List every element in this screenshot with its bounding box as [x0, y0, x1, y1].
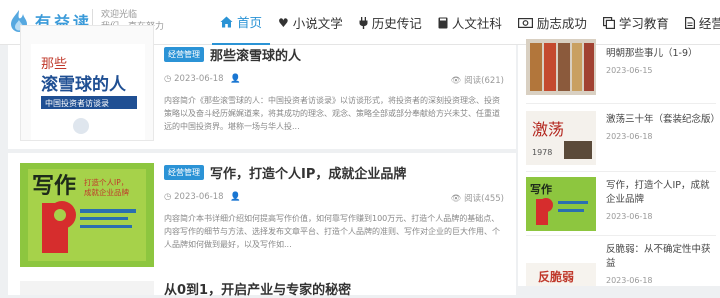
- book-cover-snowball: 那些 滚雪球的人 中国投资者访谈录: [31, 44, 145, 140]
- nav-label: 历史传记: [371, 16, 422, 31]
- category-tag[interactable]: 经营管理: [164, 165, 204, 180]
- book-cover-jidang: 激荡 1978: [526, 111, 596, 165]
- sidebar-item[interactable]: 激荡 1978 激荡三十年（套装纪念版） 2023-06-18: [526, 111, 720, 173]
- sidebar-list: 明朝那些事儿（1-9） 2023-06-15 激荡 1978 激荡三十年（套装纪…: [518, 39, 720, 286]
- main-content: 那些 滚雪球的人 中国投资者访谈录 经营管理 那些滚雪球的人 ◷ 2023-06…: [0, 25, 720, 298]
- post-views: 👁 阅读(621): [450, 76, 504, 86]
- nav-item-humanities[interactable]: 人文社科: [430, 0, 510, 45]
- sidebar-title[interactable]: 反脆弱：从不确定性中获益 2023-06-18: [606, 243, 716, 288]
- book-cover-writing: 写作 打造个人IP， 成就企业品牌: [20, 163, 154, 267]
- divider: [526, 235, 716, 236]
- sidebar-item[interactable]: 明朝那些事儿（1-9） 2023-06-15: [526, 39, 720, 107]
- nav-item-education[interactable]: 学习教育: [595, 0, 677, 45]
- main-nav: 首页 ♥ 小说文学 历史传记 人文社科 励志成功 学习教育 经营管理: [212, 0, 720, 45]
- cover-title-3: 成就企业品牌: [84, 187, 129, 197]
- svg-text:激荡: 激荡: [532, 120, 564, 139]
- book-cover-ming: [526, 39, 596, 95]
- cover-title-1: 写作: [32, 174, 76, 199]
- money-icon: [517, 17, 533, 28]
- post-body: 经营管理 那些滚雪球的人 ◷ 2023-06-18 👤 👁 阅读(621) 内容…: [164, 45, 504, 133]
- post-date: ◷ 2023-06-18: [164, 192, 224, 202]
- book-icon: [438, 17, 448, 28]
- post-body: 从0到1，开启产业与专家的秘密: [164, 279, 504, 298]
- cover-title-2: 滚雪球的人: [41, 74, 127, 95]
- svg-text:写作: 写作: [530, 182, 552, 196]
- author-icon: 👤: [230, 192, 241, 202]
- file-icon: [684, 16, 695, 29]
- post-excerpt: 内容简介《那些滚雪球的人：中国投资者访谈录》以访谈形式，将投资者的深刻投资理念、…: [164, 96, 500, 131]
- nav-label: 人文社科: [451, 16, 502, 31]
- post-views: 👁 阅读(455): [450, 194, 504, 204]
- divider: [526, 103, 716, 104]
- sidebar-date: 2023-06-15: [606, 66, 653, 75]
- nav-label: 经营管理: [698, 16, 720, 31]
- post-cover-image[interactable]: [20, 281, 154, 295]
- cover-title: 反脆弱: [538, 269, 574, 284]
- nav-item-home[interactable]: 首页: [212, 0, 271, 45]
- post-title[interactable]: 写作，打造个人IP，成就企业品牌: [210, 163, 406, 182]
- book-cover-antifragile: 反脆弱: [526, 241, 596, 286]
- sidebar-title[interactable]: 写作，打造个人IP，成就企业品牌 2023-06-18: [606, 179, 716, 224]
- nav-item-fiction[interactable]: ♥ 小说文学: [270, 0, 351, 45]
- sidebar-thumb[interactable]: 写作: [526, 177, 596, 231]
- nav-item-history[interactable]: 历史传记: [351, 0, 430, 45]
- post-title[interactable]: 从0到1，开启产业与专家的秘密: [164, 279, 504, 298]
- sidebar-thumb[interactable]: [526, 39, 596, 95]
- nav-label: 励志成功: [536, 16, 587, 31]
- sidebar-title[interactable]: 激荡三十年（套装纪念版） 2023-06-18: [606, 113, 720, 144]
- sidebar-thumb[interactable]: 反脆弱: [526, 241, 596, 286]
- post-cover-image[interactable]: 写作 打造个人IP， 成就企业品牌: [20, 163, 154, 267]
- book-cover-writing-small: 写作: [526, 177, 596, 231]
- sidebar-date: 2023-06-18: [606, 132, 653, 141]
- post-body: 经营管理 写作，打造个人IP，成就企业品牌 ◷ 2023-06-18 👤 👁 阅…: [164, 163, 504, 251]
- sidebar-item[interactable]: 反脆弱 反脆弱：从不确定性中获益 2023-06-18: [526, 241, 720, 286]
- post-title-row[interactable]: 经营管理 写作，打造个人IP，成就企业品牌: [164, 163, 504, 182]
- post-excerpt: 内容简介本书详细介绍如何提高写作价值，如何靠写作赚到100万元、打造个人品牌的基…: [164, 214, 500, 249]
- post-title[interactable]: 那些滚雪球的人: [210, 45, 301, 64]
- post-card: 那些 滚雪球的人 中国投资者访谈录 经营管理 那些滚雪球的人 ◷ 2023-06…: [8, 25, 516, 149]
- svg-text:1978: 1978: [532, 148, 552, 157]
- copy-icon: [602, 16, 615, 29]
- post-cover-image[interactable]: 那些 滚雪球的人 中国投资者访谈录: [20, 25, 154, 141]
- post-meta: ◷ 2023-06-18 👤 👁 阅读(621): [164, 74, 504, 86]
- post-card: 写作 打造个人IP， 成就企业品牌 经营管理 写作，打造个人IP，成就企业品牌 …: [8, 153, 516, 281]
- divider: [526, 171, 716, 172]
- sidebar-date: 2023-06-18: [606, 212, 653, 221]
- nav-label: 首页: [237, 15, 263, 30]
- sidebar-thumb[interactable]: 激荡 1978: [526, 111, 596, 165]
- welcome-line-1: 欢迎光临: [101, 10, 138, 20]
- nav-label: 小说文学: [292, 16, 343, 31]
- author-icon: 👤: [230, 74, 241, 84]
- nav-label: 学习教育: [618, 16, 669, 31]
- post-meta: ◷ 2023-06-18 👤 👁 阅读(455): [164, 192, 504, 204]
- cover-title-2: 打造个人IP，: [84, 177, 128, 187]
- sidebar-title[interactable]: 明朝那些事儿（1-9） 2023-06-15: [606, 47, 716, 78]
- heart-icon: ♥: [278, 15, 289, 30]
- cover-subtitle: 中国投资者访谈录: [45, 98, 109, 108]
- sidebar-item[interactable]: 写作 写作，打造个人IP，成就企业品牌 2023-06-18: [526, 177, 720, 239]
- post-title-row[interactable]: 经营管理 那些滚雪球的人: [164, 45, 504, 64]
- post-card: 从0到1，开启产业与专家的秘密: [8, 275, 516, 298]
- nav-item-management[interactable]: 经营管理: [677, 0, 720, 45]
- plug-icon: [359, 16, 368, 29]
- cover-title-1: 那些: [41, 57, 67, 72]
- post-date: ◷ 2023-06-18: [164, 74, 224, 84]
- home-icon: [220, 16, 233, 27]
- category-tag[interactable]: 经营管理: [164, 47, 204, 62]
